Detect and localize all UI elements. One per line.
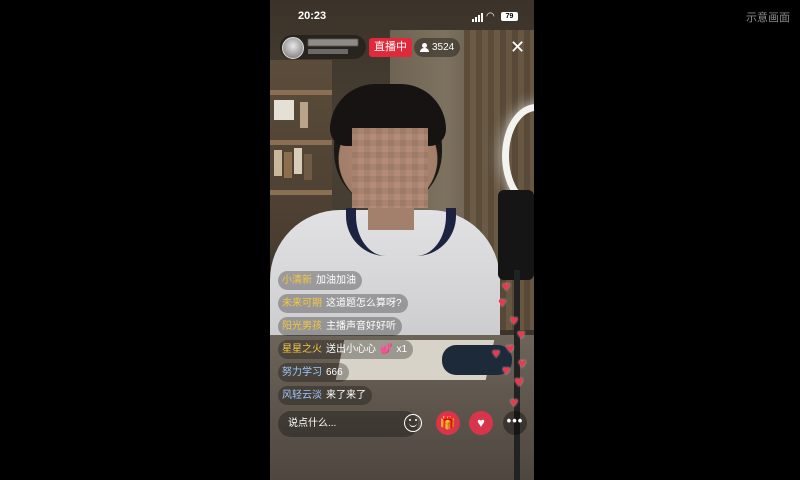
host-subtitle-blurred	[308, 49, 348, 54]
floating-heart-icon: ♥	[502, 362, 511, 378]
pixelated-face	[352, 128, 428, 208]
host-name-blurred	[308, 39, 358, 46]
clock: 20:23	[298, 10, 327, 22]
status-bar: 20:23 ◠ 79	[270, 10, 534, 26]
signal-icon	[472, 12, 483, 22]
phone-on-tripod	[498, 190, 534, 280]
floating-heart-icon: ♥	[518, 355, 527, 371]
more-icon[interactable]: •••	[503, 411, 527, 435]
watermark: 示意画面	[746, 12, 790, 24]
user-icon	[420, 43, 429, 52]
floating-heart-icon: ♥	[498, 294, 507, 310]
wifi-icon: ◠	[486, 11, 495, 22]
floating-heart-icon: ♥	[492, 345, 501, 361]
heart-icon[interactable]: ♥	[469, 411, 493, 435]
gift-icon[interactable]: 🎁	[436, 411, 460, 435]
close-icon[interactable]: ✕	[510, 37, 525, 57]
floating-heart-icon: ♥	[510, 394, 519, 410]
floating-heart-icon: ♥	[514, 374, 524, 391]
comment-item: 星星之火 送出小心心 💕 x1	[278, 340, 414, 359]
avatar[interactable]	[282, 37, 304, 59]
floating-heart-icon: ♥	[502, 278, 511, 294]
comment-item: 努力学习 666	[278, 363, 349, 382]
comment-input[interactable]: 说点什么...	[278, 411, 418, 437]
comment-item: 阳光男孩 主播声音好好听	[278, 317, 402, 336]
heart-gift-icon: 💕	[380, 344, 393, 355]
comment-item: 风轻云淡 来了来了	[278, 386, 372, 405]
emoji-icon[interactable]	[404, 414, 422, 432]
comment-item: 小清新 加油加油	[278, 271, 362, 290]
battery-icon: 79	[501, 12, 518, 21]
floating-heart-icon: ♥	[506, 340, 515, 356]
host-info[interactable]	[280, 35, 366, 59]
viewer-count[interactable]: 3524	[414, 38, 461, 57]
live-badge: 直播中	[369, 38, 412, 57]
live-stream-screen: 20:23 ◠ 79 直播中 3524 ✕ 小清新 加油加油 未来可期 这道题怎么算…	[270, 0, 534, 480]
viewer-count-value: 3524	[432, 42, 455, 53]
comment-list: 小清新 加油加油 未来可期 这道题怎么算呀? 阳光男孩 主播声音好好听 星星之火 送出小…	[278, 270, 488, 408]
comment-item: 未来可期 这道题怎么算呀?	[278, 294, 408, 313]
floating-heart-icon: ♥	[517, 326, 526, 342]
